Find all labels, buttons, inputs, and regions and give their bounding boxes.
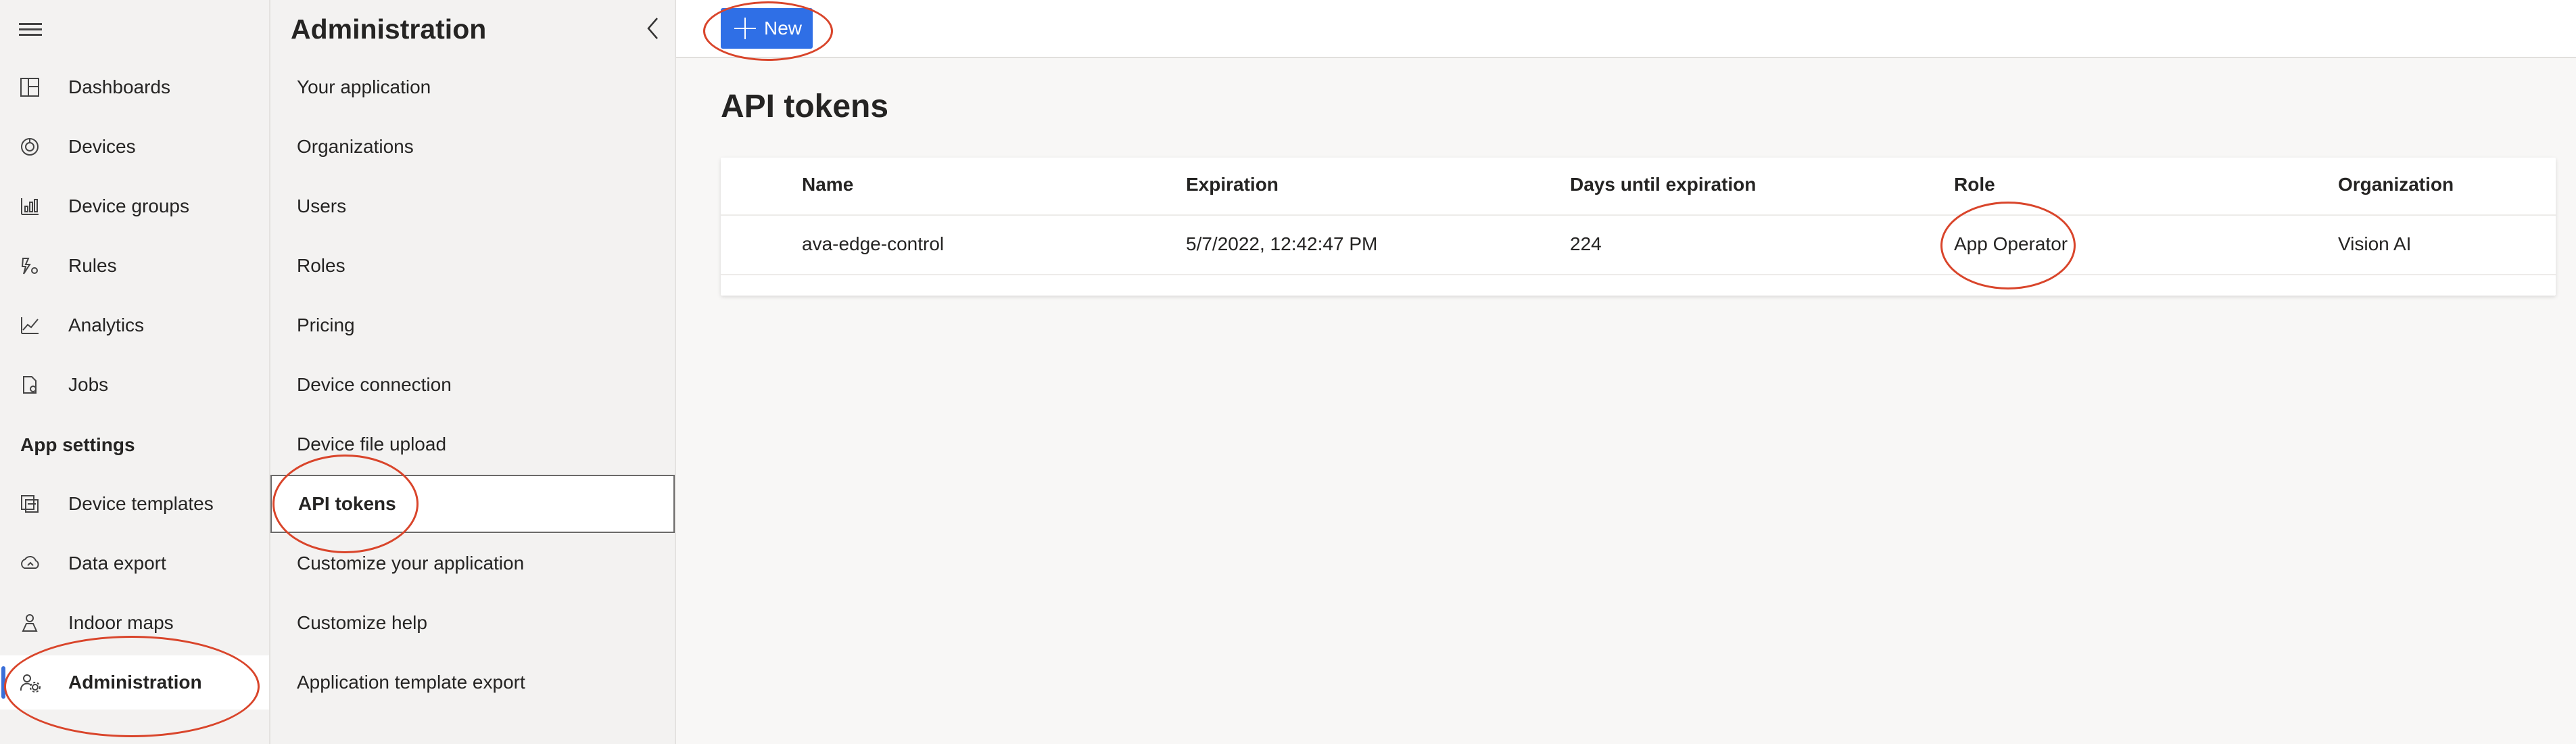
nav-item-data-export[interactable]: Data export [0,536,269,590]
hamburger-menu-icon[interactable] [19,20,43,39]
admin-item-device-connection[interactable]: Device connection [270,356,675,414]
app-settings-heading: App settings [20,434,135,455]
admin-item-your-application[interactable]: Your application [270,58,675,116]
admin-item-label: Application template export [297,672,525,693]
devices-icon [18,136,42,158]
nav-item-label: Dashboards [68,76,170,97]
table-row[interactable]: ava-edge-control 5/7/2022, 12:42:47 PM 2… [721,216,2556,275]
admin-item-customize-application[interactable]: Customize your application [270,534,675,592]
column-header-name[interactable]: Name [802,174,853,195]
cell-name: ava-edge-control [802,233,945,254]
nav-item-devices[interactable]: Devices [0,120,269,174]
admin-item-pricing[interactable]: Pricing [270,296,675,354]
column-header-role[interactable]: Role [1954,174,1995,195]
nav-item-indoor-maps[interactable]: Indoor maps [0,596,269,650]
column-header-days-until-expiration[interactable]: Days until expiration [1570,174,1756,195]
nav-item-device-templates[interactable]: Device templates [0,477,269,531]
left-navigation: Dashboards Devices Device groups Rules A… [0,0,270,744]
nav-item-label: Administration [68,672,202,693]
admin-item-users[interactable]: Users [270,177,675,235]
nav-item-jobs[interactable]: Jobs [0,358,269,412]
admin-item-label: Customize your application [297,553,525,574]
admin-item-label: Device file upload [297,434,447,455]
page-title: API tokens [721,89,889,124]
nav-item-label: Rules [68,255,117,276]
indoor-maps-icon [18,612,42,634]
admin-item-api-tokens[interactable]: API tokens [270,475,675,533]
nav-item-label: Indoor maps [68,612,174,633]
nav-item-administration[interactable]: Administration [0,655,269,710]
admin-item-label: API tokens [298,493,396,514]
device-templates-icon [18,493,42,515]
column-header-organization[interactable]: Organization [2338,174,2454,195]
cell-days-until-expiration: 224 [1570,233,1602,254]
device-groups-icon [18,195,42,217]
cell-expiration: 5/7/2022, 12:42:47 PM [1186,233,1378,254]
nav-item-device-groups[interactable]: Device groups [0,179,269,233]
new-button-label: New [764,18,803,39]
nav-item-label: Device templates [68,493,214,514]
nav-item-label: Device groups [68,195,189,216]
cell-role: App Operator [1954,233,2068,254]
cell-organization: Vision AI [2338,233,2412,254]
jobs-icon [18,374,42,396]
rules-icon [18,255,42,277]
admin-item-label: Roles [297,255,345,276]
api-tokens-table: Name Expiration Days until expiration Ro… [721,158,2556,296]
administration-title: Administration [291,14,487,45]
plus-icon [734,18,756,39]
admin-item-roles[interactable]: Roles [270,237,675,295]
collapse-panel-chevron-left-icon[interactable] [641,15,665,42]
nav-item-label: Data export [68,553,166,574]
admin-item-organizations[interactable]: Organizations [270,118,675,176]
nav-item-label: Jobs [68,374,109,395]
administration-icon [18,672,42,693]
nav-item-analytics[interactable]: Analytics [0,298,269,352]
admin-item-label: Users [297,195,347,216]
admin-item-label: Customize help [297,612,427,633]
admin-item-label: Your application [297,76,431,97]
command-bar: New [676,0,2576,58]
admin-item-customize-help[interactable]: Customize help [270,594,675,652]
table-header: Name Expiration Days until expiration Ro… [721,158,2556,216]
admin-item-device-file-upload[interactable]: Device file upload [270,415,675,473]
nav-item-dashboards[interactable]: Dashboards [0,60,269,114]
nav-item-label: Analytics [68,315,145,335]
analytics-icon [18,315,42,336]
admin-item-label: Organizations [297,136,414,157]
column-header-expiration[interactable]: Expiration [1186,174,1279,195]
new-token-button[interactable]: New [721,8,813,49]
administration-panel: Administration Your application Organiza… [270,0,676,744]
dashboard-icon [18,76,42,98]
admin-item-application-template-export[interactable]: Application template export [270,653,675,712]
nav-item-label: Devices [68,136,136,157]
data-export-icon [18,553,42,574]
admin-item-label: Pricing [297,315,355,335]
nav-item-rules[interactable]: Rules [0,239,269,293]
admin-item-label: Device connection [297,374,452,395]
